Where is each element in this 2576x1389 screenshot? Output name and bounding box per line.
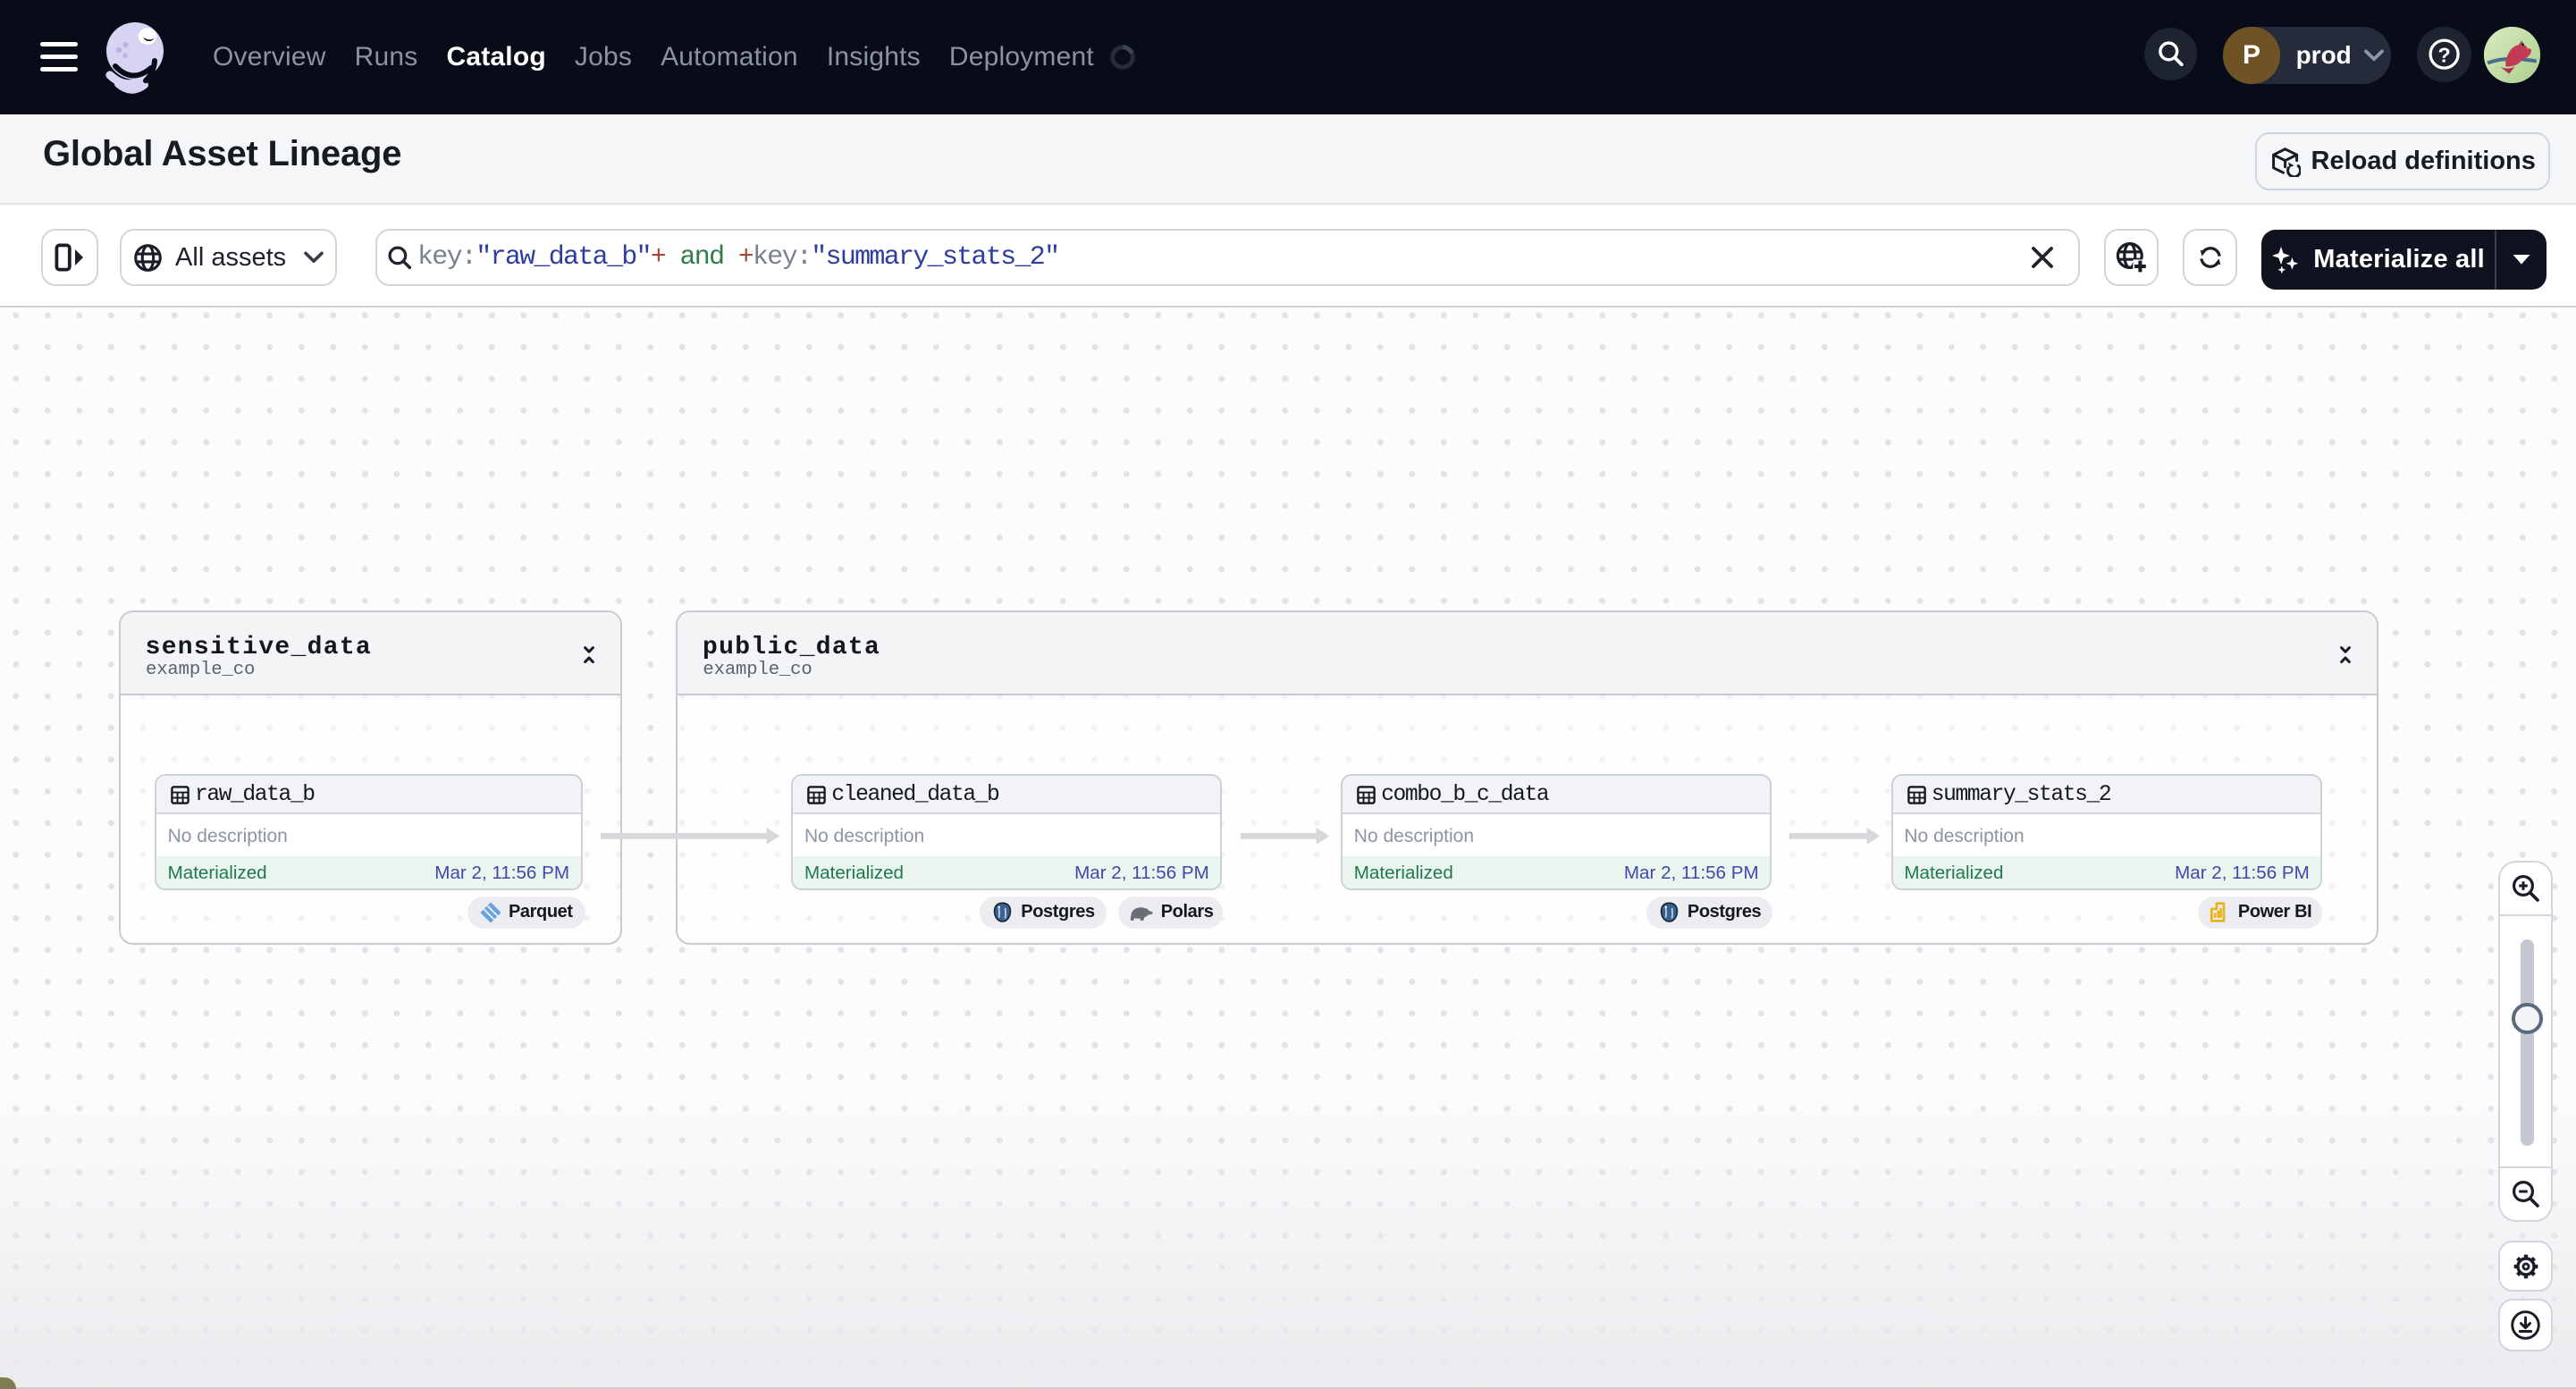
svg-text:?: ? (2437, 44, 2450, 67)
